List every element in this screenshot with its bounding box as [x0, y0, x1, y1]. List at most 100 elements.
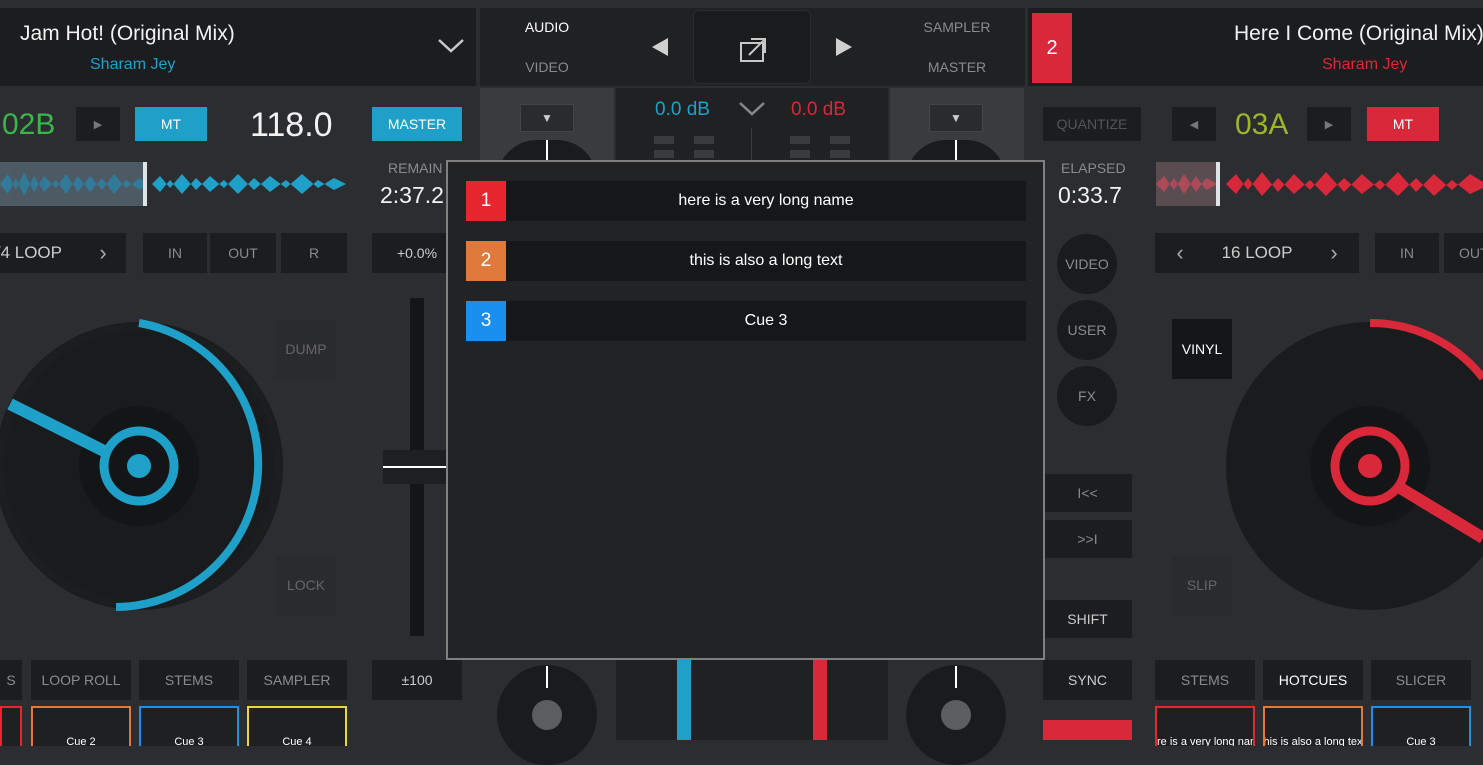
deck1-tab-loop-roll[interactable]: LOOP ROLL [31, 660, 131, 700]
deck2-out-button[interactable]: OUT [1444, 233, 1483, 273]
deck1-master-button[interactable]: MASTER [372, 107, 462, 141]
deck2-pad-1[interactable]: here is a very long name [1155, 706, 1255, 746]
deck1-key-next-button[interactable]: ▶ [76, 107, 120, 141]
deck2-pad-3[interactable]: Cue 3 [1371, 706, 1471, 746]
deck2-artist: Sharam Jey [1322, 56, 1408, 73]
deck1-tab-0[interactable]: S [0, 660, 22, 700]
deck2-mt-button[interactable]: MT [1367, 107, 1439, 141]
cue-item-2[interactable]: 2 this is also a long text [466, 241, 1026, 281]
meter-left-c [654, 150, 674, 158]
meter-right-d [830, 150, 850, 158]
master-tab[interactable]: MASTER [890, 48, 1024, 86]
deck1-tab-sampler[interactable]: SAMPLER [247, 660, 347, 700]
sync-button[interactable]: SYNC [1043, 660, 1132, 700]
deck2-loop-prev-button[interactable]: ‹ [1155, 233, 1205, 273]
deck1-key: 02B [2, 108, 56, 141]
deck2-key: 03A [1235, 108, 1289, 141]
jump-back-button[interactable]: I<< [1043, 474, 1132, 512]
deck1-filter-knob-center [532, 700, 562, 730]
sampler-tab[interactable]: SAMPLER [890, 8, 1024, 46]
deck2-elapsed-label: ELAPSED [1061, 160, 1126, 176]
gain-left: 0.0 dB [655, 99, 710, 120]
gain-divider [751, 128, 752, 160]
side-user-button[interactable]: USER [1057, 300, 1117, 360]
deck1-loop-next-button[interactable]: › [80, 233, 126, 273]
play-left-icon: ◀ [1189, 118, 1199, 131]
deck2-jog-wheel[interactable] [1222, 316, 1483, 616]
chevron-down-icon[interactable] [436, 36, 466, 56]
deck2-title: Here I Come (Original Mix) [1234, 22, 1483, 45]
channel-fader-panel [616, 660, 888, 740]
deck1-title: Jam Hot! (Original Mix) [20, 22, 235, 45]
deck1-filter-knob-line [546, 666, 548, 688]
meter-left-d [694, 150, 714, 158]
chevron-right-icon: › [99, 240, 107, 265]
deck1-header [0, 8, 476, 86]
deck2-loop-next-button[interactable]: › [1309, 233, 1359, 273]
deck2-elapsed-time: 0:33.7 [1058, 182, 1122, 208]
gain-right: 0.0 dB [791, 99, 846, 120]
deck1-dump-button[interactable]: DUMP [276, 319, 336, 379]
jump-forward-button[interactable]: >>I [1043, 520, 1132, 558]
deck1-pitch-range-button[interactable]: ±100 [372, 660, 462, 700]
arrow-left-icon[interactable] [650, 36, 670, 58]
deck1-loop-button[interactable]: 1/4 LOOP [0, 233, 80, 273]
deck2-in-button[interactable]: IN [1375, 233, 1439, 273]
deck2-tab-hotcues[interactable]: HOTCUES [1263, 660, 1363, 700]
chevron-down-icon[interactable] [737, 100, 767, 118]
deck1-waveform[interactable] [0, 162, 350, 206]
deck1-remain-label: REMAIN [388, 160, 443, 176]
deck2-key-prev-button[interactable]: ◀ [1172, 107, 1216, 141]
deck2-tab-stems[interactable]: STEMS [1155, 660, 1255, 700]
deck2-filter-knob-center [941, 700, 971, 730]
deck2-tab-slicer[interactable]: SLICER [1371, 660, 1471, 700]
cue-name-2: this is also a long text [689, 252, 843, 269]
deck2-volume-fader[interactable] [813, 660, 827, 740]
deck1-eq-dropdown[interactable]: ▼ [520, 104, 574, 132]
deck1-out-button[interactable]: OUT [210, 233, 276, 273]
arrow-right-icon[interactable] [834, 36, 854, 58]
deck2-filter-knob-line [955, 666, 957, 688]
audio-tab[interactable]: AUDIO [480, 8, 614, 46]
deck1-pad-2[interactable]: Cue 2 [31, 706, 131, 746]
deck2-waveform[interactable] [1156, 162, 1483, 206]
deck2-vinyl-button[interactable]: VINYL [1172, 319, 1232, 379]
deck1-pad-4[interactable]: Cue 4 [247, 706, 347, 746]
triangle-down-icon: ▼ [950, 111, 962, 125]
deck1-mt-button[interactable]: MT [135, 107, 207, 141]
cue-name-1: here is a very long name [678, 192, 854, 209]
shift-button[interactable]: SHIFT [1043, 600, 1132, 638]
meter-left-a [654, 136, 674, 144]
deck2-pad-2[interactable]: this is also a long text [1263, 706, 1363, 746]
deck2-play-button[interactable] [1043, 720, 1132, 740]
open-window-icon [740, 38, 766, 62]
deck2-slip-button[interactable]: SLIP [1172, 555, 1232, 615]
side-video-button[interactable]: VIDEO [1057, 234, 1117, 294]
deck1-volume-fader[interactable] [677, 660, 691, 740]
meter-right-a [790, 136, 810, 144]
play-icon: ▶ [93, 118, 103, 131]
deck2-key-next-button[interactable]: ▶ [1307, 107, 1351, 141]
deck1-lock-button[interactable]: LOCK [276, 555, 336, 615]
chevron-left-icon: ‹ [1176, 240, 1184, 265]
video-tab[interactable]: VIDEO [480, 48, 614, 86]
deck1-gain-knob-line [546, 140, 548, 160]
deck2-number: 2 [1032, 13, 1072, 83]
deck2-loop-button[interactable]: 16 LOOP [1205, 233, 1309, 273]
deck1-jog-wheel[interactable] [0, 316, 290, 616]
deck1-pad-1[interactable] [0, 706, 22, 746]
deck2-header [1028, 8, 1483, 86]
meter-right-b [830, 136, 850, 144]
deck2-eq-dropdown[interactable]: ▼ [929, 104, 983, 132]
triangle-down-icon: ▼ [541, 111, 553, 125]
cue-item-1[interactable]: 1 here is a very long name [466, 181, 1026, 221]
deck1-pad-3[interactable]: Cue 3 [139, 706, 239, 746]
deck1-tab-stems[interactable]: STEMS [139, 660, 239, 700]
cue-number-3: 3 [466, 301, 506, 341]
cue-item-3[interactable]: 3 Cue 3 [466, 301, 1026, 341]
side-fx-button[interactable]: FX [1057, 366, 1117, 426]
deck2-quantize-button[interactable]: QUANTIZE [1043, 107, 1141, 141]
deck1-r-button[interactable]: R [281, 233, 347, 273]
chevron-right-icon: › [1330, 240, 1338, 265]
deck1-in-button[interactable]: IN [143, 233, 207, 273]
